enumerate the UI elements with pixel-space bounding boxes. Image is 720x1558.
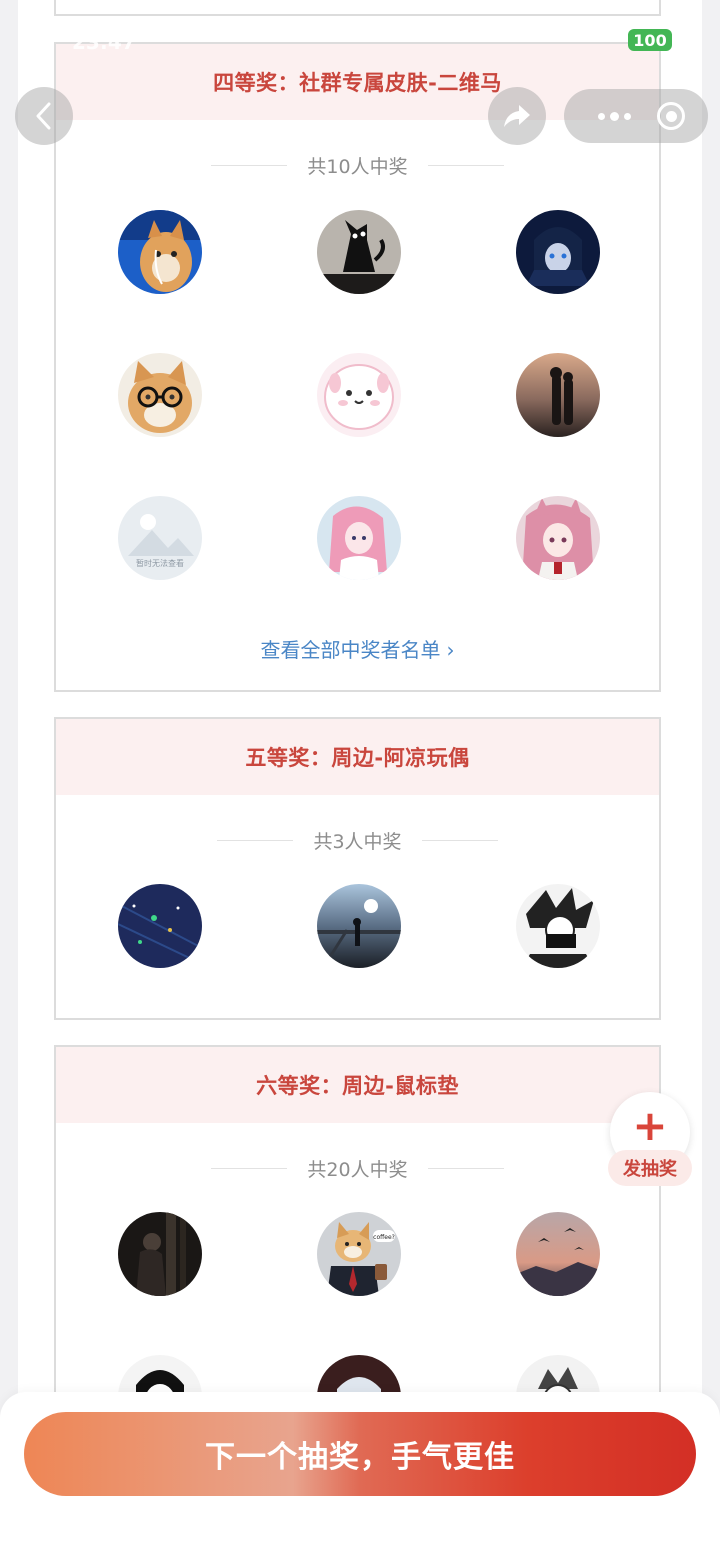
winner-count: 共3人中奖 bbox=[313, 831, 402, 853]
winner-avatar[interactable]: 暂时无法查看 bbox=[118, 496, 202, 580]
winner-count-row: 共20人中奖 bbox=[56, 1155, 659, 1182]
prize-card-5: 五等奖：周边-阿凉玩偶 共3人中奖 bbox=[54, 717, 661, 1020]
winner-avatar[interactable] bbox=[317, 353, 401, 437]
chevron-right-icon: › bbox=[446, 638, 455, 662]
dot-icon bbox=[623, 112, 631, 120]
target-icon bbox=[665, 110, 677, 122]
close-miniprogram-button[interactable] bbox=[657, 102, 685, 130]
winner-avatar[interactable] bbox=[118, 210, 202, 294]
divider-line bbox=[211, 1168, 288, 1169]
chevron-left-icon bbox=[36, 102, 51, 130]
divider-line bbox=[211, 165, 288, 166]
avatar-caption: Aria bbox=[342, 564, 374, 580]
winner-avatar[interactable] bbox=[118, 353, 202, 437]
prize-title: 六等奖：周边-鼠标垫 bbox=[56, 1047, 659, 1123]
view-all-label: 查看全部中奖者名单 bbox=[260, 638, 441, 662]
avatar-caption: 暂时无法查看 bbox=[136, 558, 184, 568]
status-bar: 23:47 100 bbox=[0, 28, 720, 54]
winner-avatar[interactable]: coffee? bbox=[317, 1212, 401, 1296]
back-button[interactable] bbox=[15, 87, 73, 145]
winner-avatar[interactable] bbox=[118, 884, 202, 968]
avatar-caption: coffee? bbox=[373, 1234, 395, 1241]
divider-line bbox=[421, 840, 498, 841]
winner-avatar[interactable] bbox=[516, 210, 600, 294]
battery-indicator: 100 bbox=[628, 29, 672, 51]
divider-line bbox=[427, 165, 504, 166]
winner-avatar[interactable]: Aria bbox=[317, 496, 401, 580]
previous-prize-card bbox=[54, 0, 661, 16]
winner-avatar[interactable] bbox=[516, 884, 600, 968]
mini-program-capsule bbox=[564, 89, 708, 143]
winner-count-row: 共3人中奖 bbox=[56, 827, 659, 854]
divider-line bbox=[217, 840, 294, 841]
next-lottery-button[interactable]: 下一个抽奖，手气更佳 bbox=[24, 1412, 696, 1496]
divider-line bbox=[427, 1168, 504, 1169]
winner-avatar[interactable] bbox=[516, 1212, 600, 1296]
winner-avatar[interactable] bbox=[118, 1212, 202, 1296]
winner-avatar[interactable] bbox=[317, 884, 401, 968]
dot-icon bbox=[597, 112, 605, 120]
share-button[interactable] bbox=[488, 87, 546, 145]
create-lottery-label[interactable]: 发抽奖 bbox=[608, 1150, 692, 1186]
plus-icon: + bbox=[632, 1101, 668, 1150]
winner-avatar[interactable] bbox=[516, 496, 600, 580]
prize-card-6: 六等奖：周边-鼠标垫 共20人中奖 coffee? bbox=[54, 1045, 661, 1445]
dot-icon bbox=[609, 111, 619, 121]
winner-count: 共20人中奖 bbox=[307, 1159, 408, 1181]
prize-title: 五等奖：周边-阿凉玩偶 bbox=[56, 719, 659, 795]
share-arrow-icon bbox=[504, 105, 530, 127]
status-time: 23:47 bbox=[72, 30, 136, 54]
prize-card-4: 四等奖：社群专属皮肤-二维马 共10人中奖 暂时无法查看 Aria 查看全部中奖… bbox=[54, 42, 661, 692]
winner-count: 共10人中奖 bbox=[307, 156, 408, 178]
winner-avatar[interactable] bbox=[516, 353, 600, 437]
more-options-button[interactable] bbox=[584, 99, 644, 133]
view-all-winners-link[interactable]: 查看全部中奖者名单 › bbox=[56, 634, 659, 663]
winner-count-row: 共10人中奖 bbox=[56, 152, 659, 179]
winner-avatar[interactable] bbox=[317, 210, 401, 294]
